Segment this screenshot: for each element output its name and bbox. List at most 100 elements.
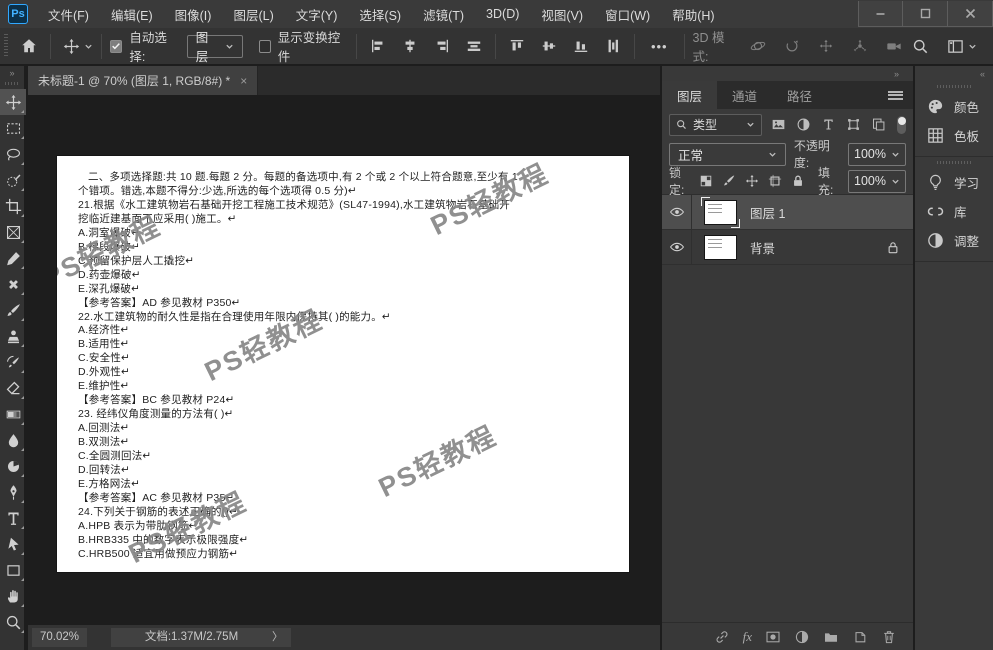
toolbar-grip[interactable] bbox=[5, 82, 19, 85]
layer-effects-button[interactable]: fx bbox=[743, 629, 752, 645]
menubar-item[interactable]: 3D(D) bbox=[475, 0, 530, 28]
panel-collapse-button[interactable]: » bbox=[662, 66, 913, 81]
delete-layer-button[interactable] bbox=[881, 629, 897, 645]
align-middle-button[interactable] bbox=[536, 33, 562, 59]
blend-mode-dropdown[interactable]: 正常 bbox=[669, 143, 786, 166]
panel-tab-inactive[interactable]: 路径 bbox=[772, 81, 827, 109]
tab-close-icon[interactable]: × bbox=[240, 74, 247, 88]
3d-camera-button[interactable] bbox=[881, 33, 907, 59]
3d-pan-button[interactable] bbox=[813, 33, 839, 59]
rectangle-tool[interactable] bbox=[0, 557, 26, 583]
filter-toggle-switch[interactable] bbox=[897, 116, 906, 134]
zoom-tool[interactable] bbox=[0, 609, 26, 635]
quick-selection-tool[interactable] bbox=[0, 167, 26, 193]
home-button[interactable] bbox=[16, 33, 42, 59]
align-right-button[interactable] bbox=[429, 33, 455, 59]
more-align-options-button[interactable]: ••• bbox=[643, 39, 676, 54]
close-button[interactable] bbox=[948, 1, 993, 27]
align-top-button[interactable] bbox=[504, 33, 530, 59]
panel-menu-button[interactable] bbox=[888, 81, 913, 109]
maximize-button[interactable] bbox=[903, 1, 948, 27]
zoom-level-field[interactable]: 70.02% bbox=[32, 628, 87, 647]
dock-panel-button-颜色[interactable]: 颜色 bbox=[915, 92, 993, 121]
fill-dropdown[interactable]: 100% bbox=[848, 170, 906, 193]
menubar-item[interactable]: 图像(I) bbox=[164, 0, 223, 28]
layer-thumbnail[interactable] bbox=[701, 197, 740, 228]
canvas-area[interactable]: 二、多项选择题:共 10 题.每题 2 分。每题的备选项中,有 2 个或 2 个… bbox=[28, 95, 660, 625]
brush-tool[interactable] bbox=[0, 297, 26, 323]
opacity-dropdown[interactable]: 100% bbox=[848, 143, 906, 166]
document-page[interactable]: 二、多项选择题:共 10 题.每题 2 分。每题的备选项中,有 2 个或 2 个… bbox=[57, 156, 629, 572]
menubar-item[interactable]: 帮助(H) bbox=[661, 0, 725, 28]
crop-tool[interactable] bbox=[0, 193, 26, 219]
link-layers-button[interactable] bbox=[714, 629, 730, 645]
align-center-h-button[interactable] bbox=[397, 33, 423, 59]
document-size-field[interactable]: 文档:1.37M/2.75M 〉 bbox=[111, 628, 291, 647]
menubar-item[interactable]: 编辑(E) bbox=[100, 0, 164, 28]
frame-tool[interactable] bbox=[0, 219, 26, 245]
layer-visibility-toggle[interactable] bbox=[662, 195, 692, 229]
layer-row[interactable]: 背景 bbox=[662, 230, 913, 265]
dock-collapse-button[interactable]: « bbox=[915, 66, 993, 81]
dock-panel-button-学习[interactable]: 学习 bbox=[915, 168, 993, 197]
workspace-switcher-button[interactable] bbox=[947, 33, 977, 59]
chevron-down-icon[interactable] bbox=[84, 42, 93, 51]
history-brush-tool[interactable] bbox=[0, 349, 26, 375]
dock-group-grip[interactable] bbox=[937, 85, 971, 88]
pen-tool[interactable] bbox=[0, 479, 26, 505]
lock-position-icon[interactable] bbox=[745, 174, 759, 188]
path-selection-tool[interactable] bbox=[0, 531, 26, 557]
menubar-item[interactable]: 图层(L) bbox=[222, 0, 284, 28]
options-bar-grip[interactable] bbox=[4, 34, 8, 58]
layer-row[interactable]: 图层 1 bbox=[662, 195, 913, 230]
dock-panel-button-色板[interactable]: 色板 bbox=[915, 121, 993, 150]
dock-group-grip[interactable] bbox=[937, 161, 971, 164]
layer-mask-button[interactable] bbox=[765, 629, 781, 645]
menubar-item[interactable]: 滤镜(T) bbox=[412, 0, 475, 28]
auto-select-checkbox[interactable] bbox=[110, 40, 122, 53]
panel-tab-inactive[interactable]: 通道 bbox=[717, 81, 772, 109]
3d-orbit-button[interactable] bbox=[745, 33, 771, 59]
lock-artboard-icon[interactable] bbox=[768, 174, 782, 188]
panel-tab-active[interactable]: 图层 bbox=[662, 81, 717, 109]
menubar-item[interactable]: 窗口(W) bbox=[594, 0, 661, 28]
eyedropper-tool[interactable] bbox=[0, 245, 26, 271]
lasso-tool[interactable] bbox=[0, 141, 26, 167]
filter-shape-layers-icon[interactable] bbox=[846, 117, 861, 132]
gradient-tool[interactable] bbox=[0, 401, 26, 427]
adjustment-layer-button[interactable] bbox=[794, 629, 810, 645]
dock-panel-button-调整[interactable]: 调整 bbox=[915, 226, 993, 255]
3d-slide-button[interactable] bbox=[847, 33, 873, 59]
new-layer-button[interactable] bbox=[852, 629, 868, 645]
menubar-item[interactable]: 选择(S) bbox=[348, 0, 412, 28]
lock-all-icon[interactable] bbox=[791, 174, 805, 188]
hand-tool[interactable] bbox=[0, 583, 26, 609]
3d-roll-button[interactable] bbox=[779, 33, 805, 59]
filter-smart-objects-icon[interactable] bbox=[871, 117, 886, 132]
healing-brush-tool[interactable] bbox=[0, 271, 26, 297]
dodge-tool[interactable] bbox=[0, 453, 26, 479]
dock-panel-button-库[interactable]: 库 bbox=[915, 197, 993, 226]
layer-group-button[interactable] bbox=[823, 629, 839, 645]
search-button[interactable] bbox=[907, 33, 933, 59]
show-transform-checkbox[interactable] bbox=[259, 40, 271, 53]
distribute-v-button[interactable] bbox=[600, 33, 626, 59]
auto-select-target-dropdown[interactable]: 图层 bbox=[187, 35, 243, 58]
filter-pixel-layers-icon[interactable] bbox=[771, 117, 786, 132]
align-left-button[interactable] bbox=[365, 33, 391, 59]
lock-transparent-pixels-icon[interactable] bbox=[699, 174, 713, 188]
layer-visibility-toggle[interactable] bbox=[662, 230, 692, 264]
minimize-button[interactable] bbox=[858, 1, 903, 27]
menubar-item[interactable]: 视图(V) bbox=[530, 0, 594, 28]
status-expander-icon[interactable]: 〉 bbox=[272, 628, 291, 647]
filter-adjustment-layers-icon[interactable] bbox=[796, 117, 811, 132]
move-tool[interactable] bbox=[0, 89, 26, 115]
menubar-item[interactable]: 文件(F) bbox=[37, 0, 100, 28]
lock-image-pixels-icon[interactable] bbox=[722, 174, 736, 188]
blur-tool[interactable] bbox=[0, 427, 26, 453]
toolbar-collapse-button[interactable]: » bbox=[0, 66, 24, 80]
marquee-tool[interactable] bbox=[0, 115, 26, 141]
eraser-tool[interactable] bbox=[0, 375, 26, 401]
distribute-h-button[interactable] bbox=[461, 33, 487, 59]
type-tool[interactable] bbox=[0, 505, 26, 531]
